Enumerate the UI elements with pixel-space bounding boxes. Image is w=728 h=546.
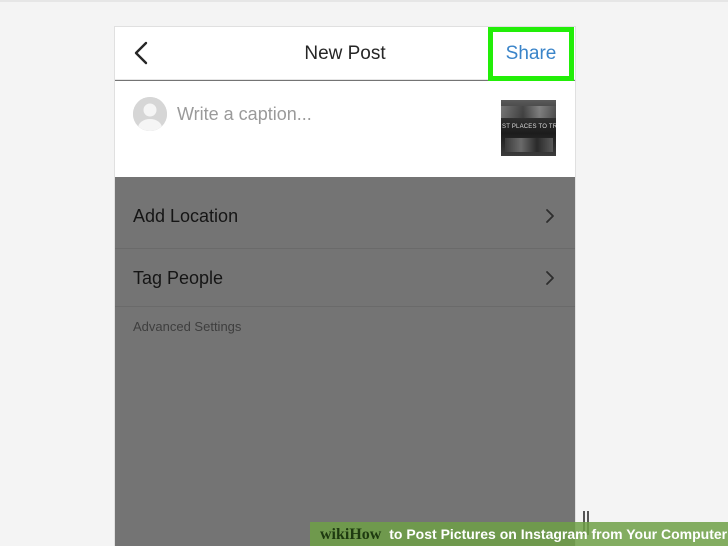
- watermark-brand-prefix: wiki: [320, 526, 350, 543]
- default-avatar-icon: [133, 97, 167, 131]
- new-post-screen: New Post Share ST PLACES TO TRAV Add Loc…: [115, 27, 575, 546]
- chevron-left-icon: [134, 41, 148, 65]
- thumbnail-text: ST PLACES TO TRAV: [502, 124, 556, 130]
- chevron-right-icon: [546, 271, 554, 285]
- avatar: [133, 97, 167, 131]
- watermark-text: to Post Pictures on Instagram from Your …: [389, 526, 728, 542]
- watermark-banner: wikiHow to Post Pictures on Instagram fr…: [310, 522, 728, 546]
- caption-input[interactable]: [177, 101, 477, 127]
- post-thumbnail: ST PLACES TO TRAV: [501, 100, 556, 156]
- top-divider: [0, 0, 728, 2]
- tag-people-row[interactable]: Tag People: [115, 249, 575, 307]
- page: New Post Share ST PLACES TO TRAV Add Loc…: [0, 0, 728, 546]
- advanced-settings-link[interactable]: Advanced Settings: [133, 319, 241, 334]
- tag-people-label: Tag People: [133, 268, 224, 288]
- header-bar: New Post Share: [115, 27, 575, 81]
- caption-section: ST PLACES TO TRAV: [115, 81, 575, 177]
- share-button[interactable]: Share: [488, 27, 574, 81]
- chevron-right-icon: [546, 209, 554, 223]
- back-button[interactable]: [125, 37, 157, 69]
- add-location-row[interactable]: Add Location: [115, 183, 575, 249]
- add-location-label: Add Location: [133, 206, 239, 226]
- watermark-brand-suffix: How: [349, 526, 382, 543]
